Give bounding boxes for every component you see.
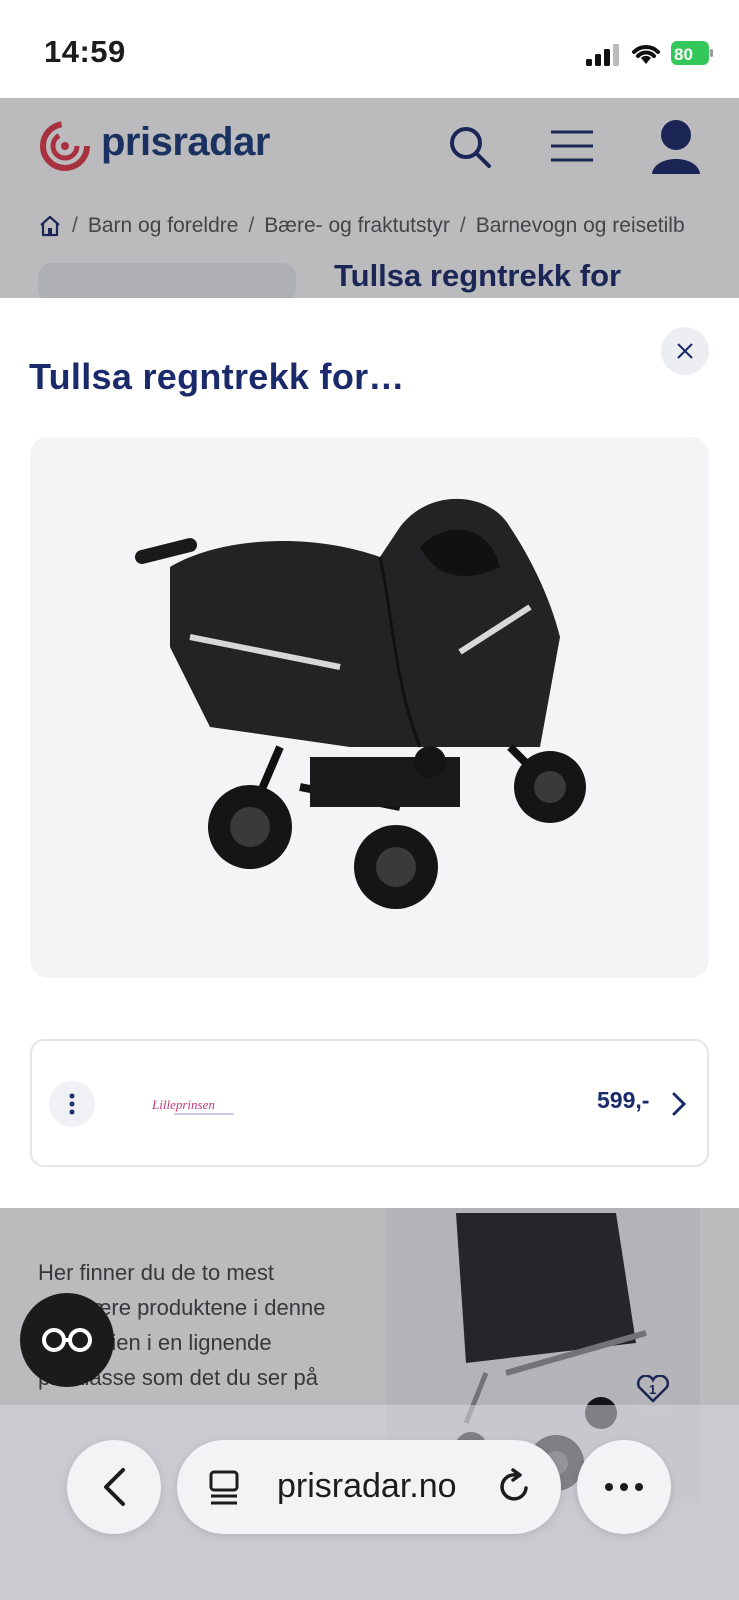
status-time: 14:59 (44, 34, 126, 69)
reader-mode-button[interactable] (20, 1293, 114, 1387)
offer-price: 599,- (597, 1087, 650, 1113)
more-options-button[interactable] (49, 1081, 95, 1127)
svg-text:80: 80 (674, 45, 693, 64)
svg-text:Lilleprinsen: Lilleprinsen (151, 1097, 215, 1112)
reload-icon[interactable] (495, 1468, 533, 1506)
more-button[interactable] (577, 1440, 671, 1534)
vertical-dots-icon (69, 1093, 75, 1115)
glasses-icon (42, 1328, 92, 1352)
offer-row[interactable]: Lilleprinsen 599,- (30, 1039, 709, 1167)
twin-stroller-rain-cover-image (135, 498, 586, 909)
battery-icon: 80 (671, 41, 713, 65)
back-button[interactable] (67, 1440, 161, 1534)
status-bar: 14:59 80 (0, 0, 739, 98)
product-offers-modal: Tullsa regntrekk for… Lilleprinsen 599,- (0, 298, 739, 1208)
shop-logo-image: Lilleprinsen (151, 1097, 234, 1115)
close-icon (677, 343, 693, 359)
modal-title: Tullsa regntrekk for… (29, 356, 405, 397)
tab-overview-icon[interactable] (207, 1470, 241, 1506)
cellular-signal-icon (586, 44, 619, 66)
product-image (30, 437, 709, 978)
wifi-icon (632, 45, 660, 64)
close-button[interactable] (661, 327, 709, 375)
chevron-left-icon (104, 1468, 125, 1506)
horizontal-dots-icon (605, 1483, 643, 1491)
chevron-right-icon (672, 1092, 687, 1116)
url-text[interactable]: prisradar.no (277, 1467, 457, 1506)
address-bar[interactable]: prisradar.no (177, 1440, 561, 1534)
